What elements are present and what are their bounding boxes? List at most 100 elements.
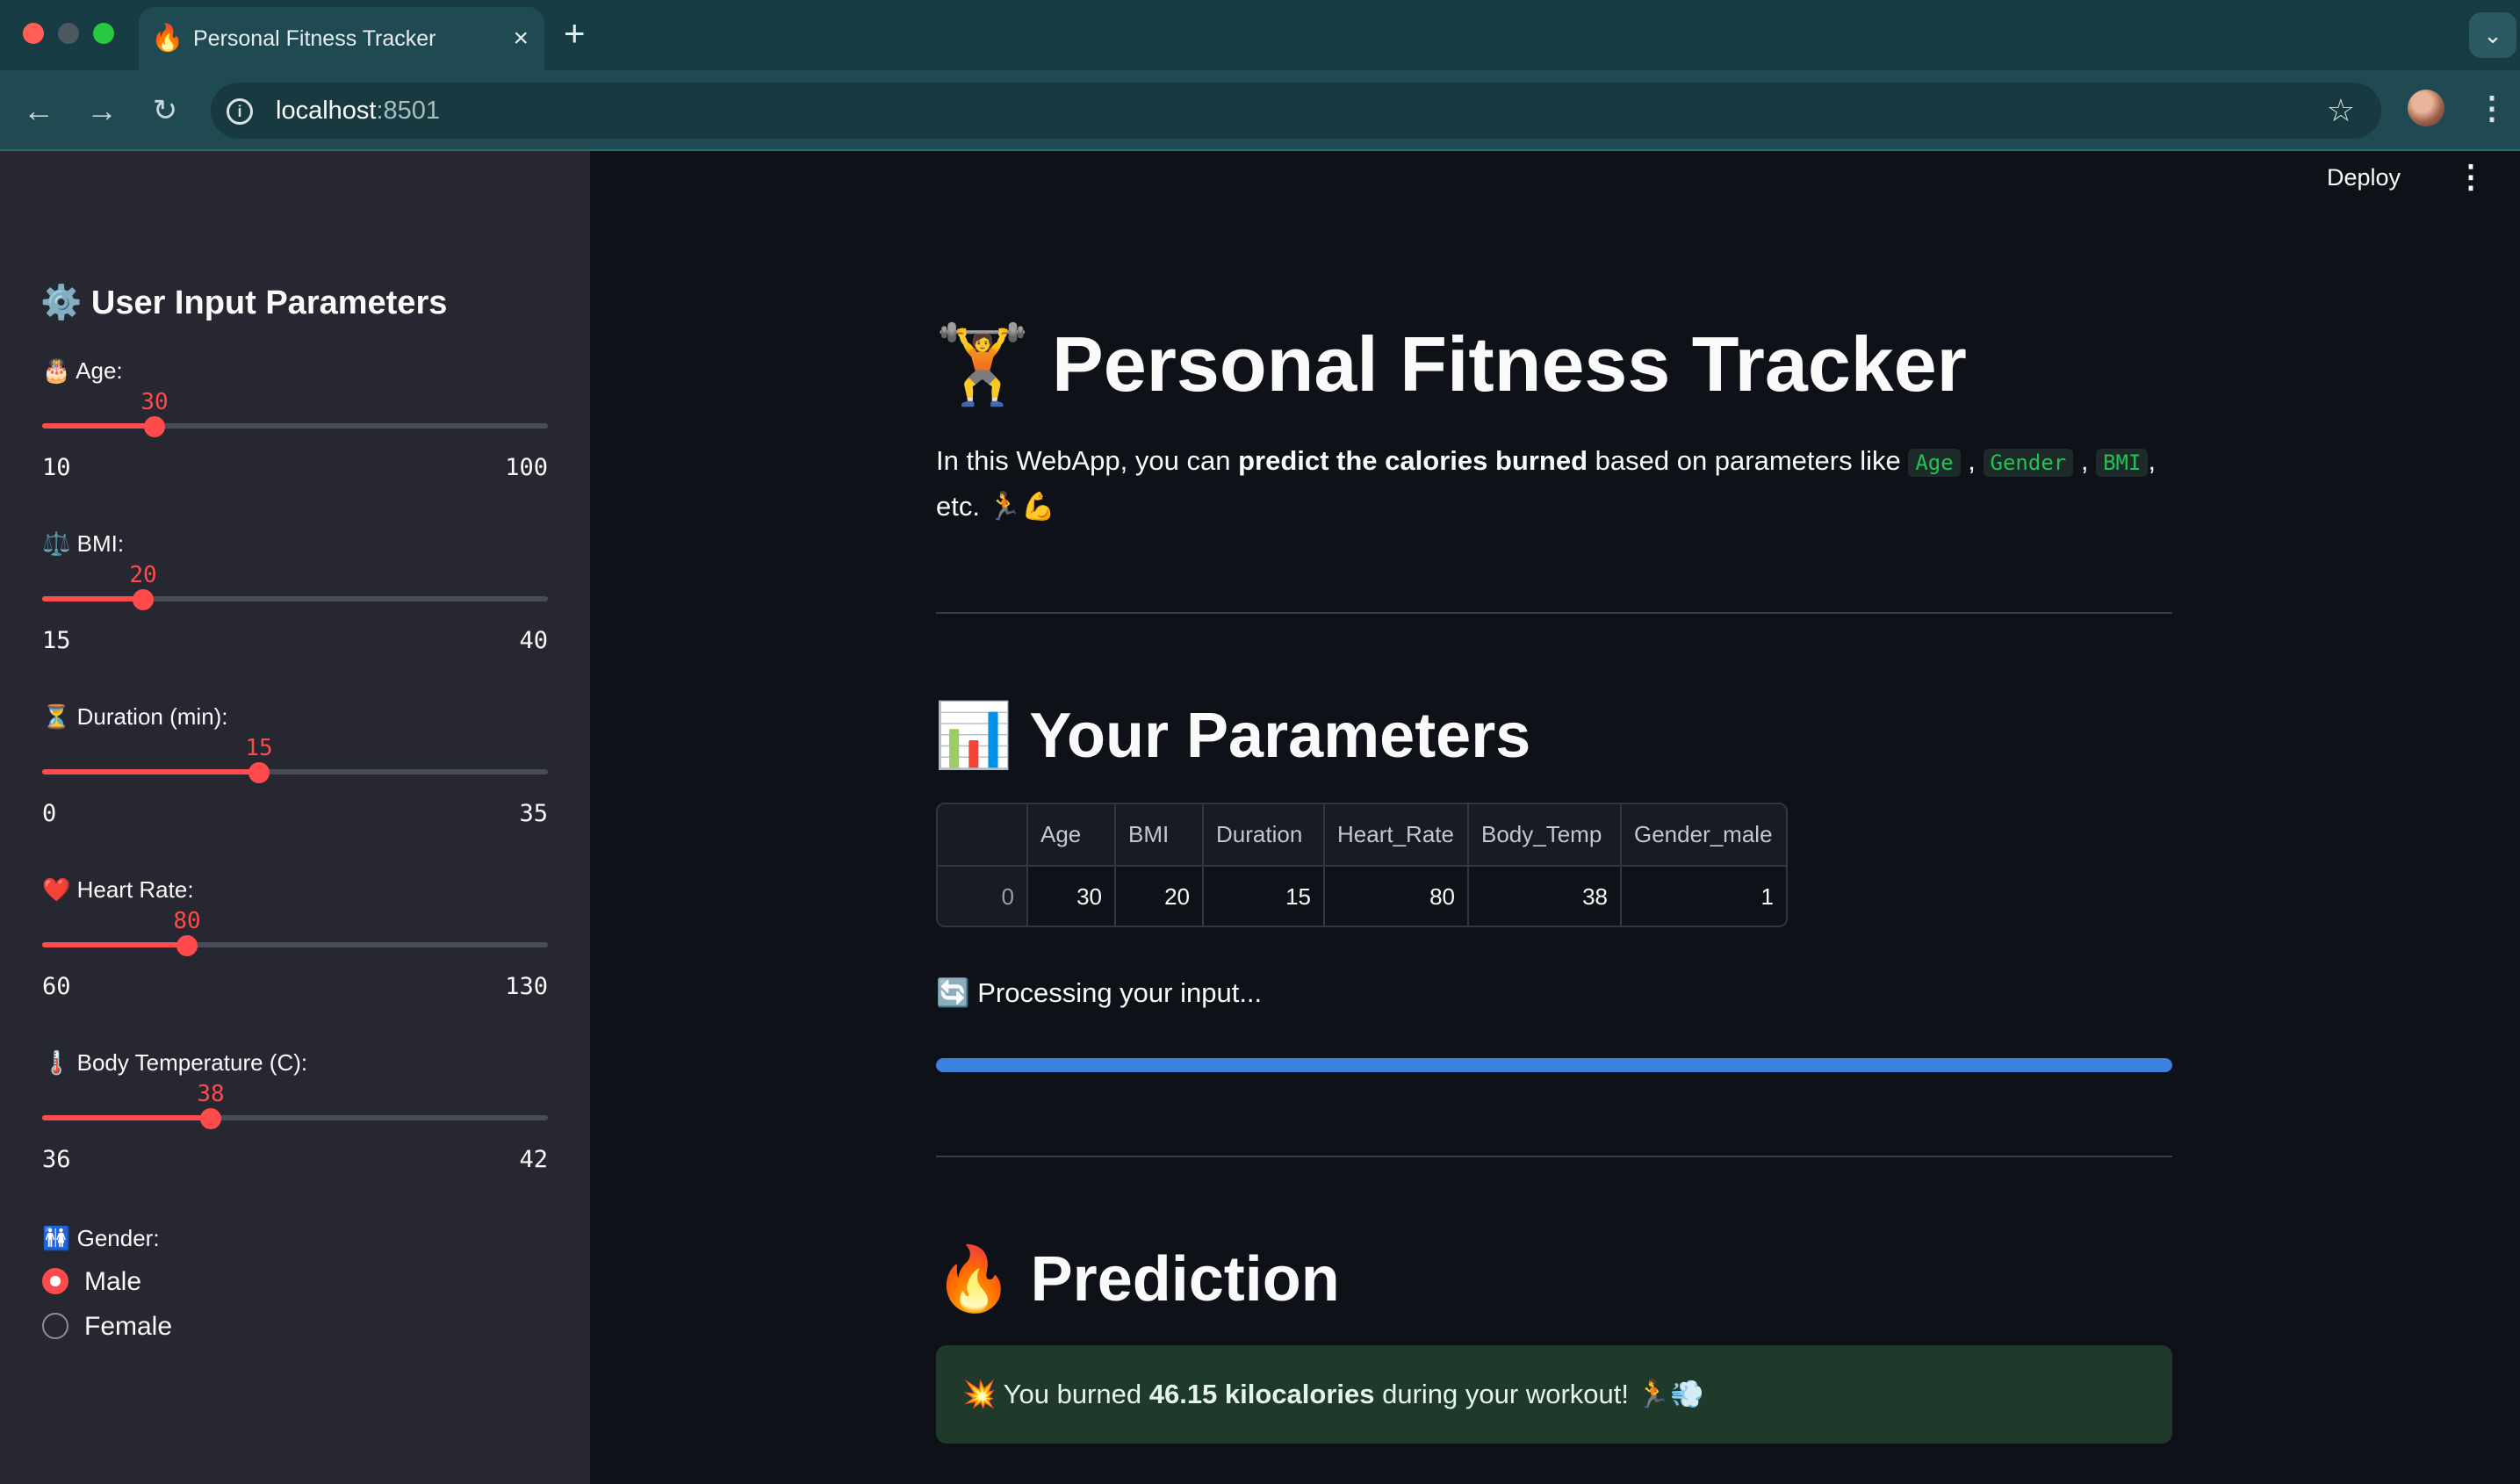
slider-value: 15 — [245, 735, 273, 761]
close-tab-icon[interactable]: × — [513, 21, 529, 56]
table-header[interactable]: BMI — [1115, 804, 1204, 867]
prediction-text: 💥 You burned 46.15 kilocalories during y… — [962, 1379, 1704, 1409]
table-header-row: Age BMI Duration Heart_Rate Body_Temp Ge… — [938, 804, 1786, 867]
slider-min: 60 — [42, 973, 71, 1000]
radio-female-indicator[interactable] — [42, 1313, 68, 1339]
radio-male-indicator[interactable] — [42, 1268, 68, 1294]
slider-track-fill — [42, 423, 155, 429]
minimize-window-button[interactable] — [58, 23, 79, 44]
maximize-window-button[interactable] — [93, 23, 114, 44]
parameters-table[interactable]: Age BMI Duration Heart_Rate Body_Temp Ge… — [936, 803, 1788, 927]
table-cell[interactable]: 30 — [1027, 866, 1116, 926]
gender-label: 🚻 Gender: — [42, 1225, 160, 1251]
slider-track-fill — [42, 769, 259, 774]
slider-min: 0 — [42, 800, 57, 827]
slider-label: ❤️ Heart Rate: — [42, 876, 194, 903]
table-header[interactable]: Body_Temp — [1468, 804, 1622, 867]
slider-thumb[interactable] — [176, 935, 198, 956]
code-bmi: BMI — [2096, 449, 2149, 477]
browser-menu-icon[interactable]: ⋮ — [2476, 86, 2508, 130]
slider-value: 20 — [129, 562, 157, 588]
reload-icon[interactable]: ↻ — [144, 90, 186, 132]
address-bar[interactable]: i localhost:8501 ☆ — [211, 83, 2381, 139]
code-gender: Gender — [1983, 449, 2074, 477]
slider-track[interactable] — [42, 942, 548, 947]
slider-0[interactable]: 🎂 Age: 30 10 100 — [42, 355, 548, 522]
back-icon[interactable]: ← — [18, 90, 60, 132]
slider-thumb[interactable] — [200, 1108, 221, 1129]
slider-min: 36 — [42, 1146, 71, 1173]
slider-track-fill — [42, 596, 143, 602]
table-cell[interactable]: 20 — [1115, 866, 1204, 926]
browser-toolbar: ← → ↻ i localhost:8501 ☆ — [0, 70, 2520, 151]
progress-bar-fill — [936, 1058, 2172, 1072]
slider-max: 100 — [505, 454, 548, 481]
table-header[interactable]: Gender_male — [1621, 804, 1786, 867]
slider-thumb[interactable] — [248, 762, 270, 783]
table-cell[interactable]: 1 — [1621, 866, 1786, 926]
new-tab-icon[interactable]: + — [564, 14, 586, 53]
slider-thumb[interactable] — [133, 589, 154, 610]
table-cell[interactable]: 80 — [1324, 866, 1469, 926]
url-text[interactable]: localhost:8501 — [276, 95, 440, 126]
slider-label: 🎂 Age: — [42, 357, 123, 384]
sidebar-title: ⚙️ User Input Parameters — [40, 285, 448, 321]
slider-track[interactable] — [42, 423, 548, 429]
slider-track[interactable] — [42, 769, 548, 774]
tab-search-chevron-icon[interactable]: ⌄ — [2469, 12, 2516, 58]
deploy-button[interactable]: Deploy — [2327, 160, 2401, 195]
progress-bar — [936, 1058, 2172, 1072]
table-cell[interactable]: 15 — [1203, 866, 1325, 926]
slider-min: 15 — [42, 627, 71, 654]
slider-max: 40 — [519, 627, 548, 654]
slider-value: 38 — [197, 1081, 225, 1107]
slider-4[interactable]: 🌡️ Body Temperature (C): 38 36 42 — [42, 1047, 548, 1214]
intro-text: In this WebApp, you can predict the calo… — [936, 445, 2156, 522]
divider — [936, 1156, 2172, 1157]
slider-track-fill — [42, 1115, 211, 1120]
bookmark-star-icon[interactable]: ☆ — [2327, 93, 2355, 128]
main-menu-icon[interactable]: ⋮ — [2455, 156, 2487, 197]
table-row: 0 30 20 15 80 38 1 — [938, 866, 1786, 926]
slider-track[interactable] — [42, 1115, 548, 1120]
slider-max: 130 — [505, 973, 548, 1000]
table-header[interactable]: Age — [1027, 804, 1116, 867]
slider-label: ⚖️ BMI: — [42, 530, 125, 557]
slider-thumb[interactable] — [144, 416, 165, 437]
table-header[interactable]: Duration — [1203, 804, 1325, 867]
browser-tab[interactable]: 🔥 Personal Fitness Tracker × — [139, 7, 544, 70]
slider-label: ⏳ Duration (min): — [42, 703, 228, 730]
slider-max: 42 — [519, 1146, 548, 1173]
table-header[interactable] — [938, 804, 1028, 867]
parameters-heading: 📊 Your Parameters — [934, 701, 1531, 771]
prediction-heading: 🔥 Prediction — [934, 1244, 1340, 1315]
slider-value: 80 — [173, 908, 201, 934]
slider-label: 🌡️ Body Temperature (C): — [42, 1049, 308, 1076]
slider-value: 30 — [140, 389, 169, 415]
table-cell[interactable]: 0 — [938, 866, 1028, 926]
slider-min: 10 — [42, 454, 71, 481]
slider-3[interactable]: ❤️ Heart Rate: 80 60 130 — [42, 874, 548, 1041]
tab-title: Personal Fitness Tracker — [193, 26, 436, 51]
site-info-icon[interactable]: i — [227, 98, 253, 125]
profile-avatar[interactable] — [2408, 90, 2444, 126]
close-window-button[interactable] — [23, 23, 44, 44]
slider-max: 35 — [519, 800, 548, 827]
browser-tab-bar: 🔥 Personal Fitness Tracker × + ⌄ — [0, 0, 2520, 70]
prediction-alert: 💥 You burned 46.15 kilocalories during y… — [936, 1345, 2172, 1444]
radio-female-label: Female — [84, 1312, 173, 1341]
slider-1[interactable]: ⚖️ BMI: 20 15 40 — [42, 528, 548, 695]
table-header[interactable]: Heart_Rate — [1324, 804, 1469, 867]
page-title: 🏋️ Personal Fitness Tracker — [934, 321, 1967, 407]
sidebar: ⚙️ User Input Parameters 🎂 Age: 30 10 100 ⚖️… — [0, 151, 590, 1484]
radio-male-label: Male — [84, 1267, 142, 1296]
divider — [936, 612, 2172, 614]
table-cell[interactable]: 38 — [1468, 866, 1622, 926]
processing-text: 🔄 Processing your input... — [936, 977, 1263, 1008]
slider-track[interactable] — [42, 596, 548, 602]
slider-track-fill — [42, 942, 187, 947]
slider-2[interactable]: ⏳ Duration (min): 15 0 35 — [42, 701, 548, 868]
fire-icon: 🔥 — [151, 24, 184, 53]
code-age: Age — [1908, 449, 1961, 477]
forward-icon[interactable]: → — [81, 90, 123, 132]
